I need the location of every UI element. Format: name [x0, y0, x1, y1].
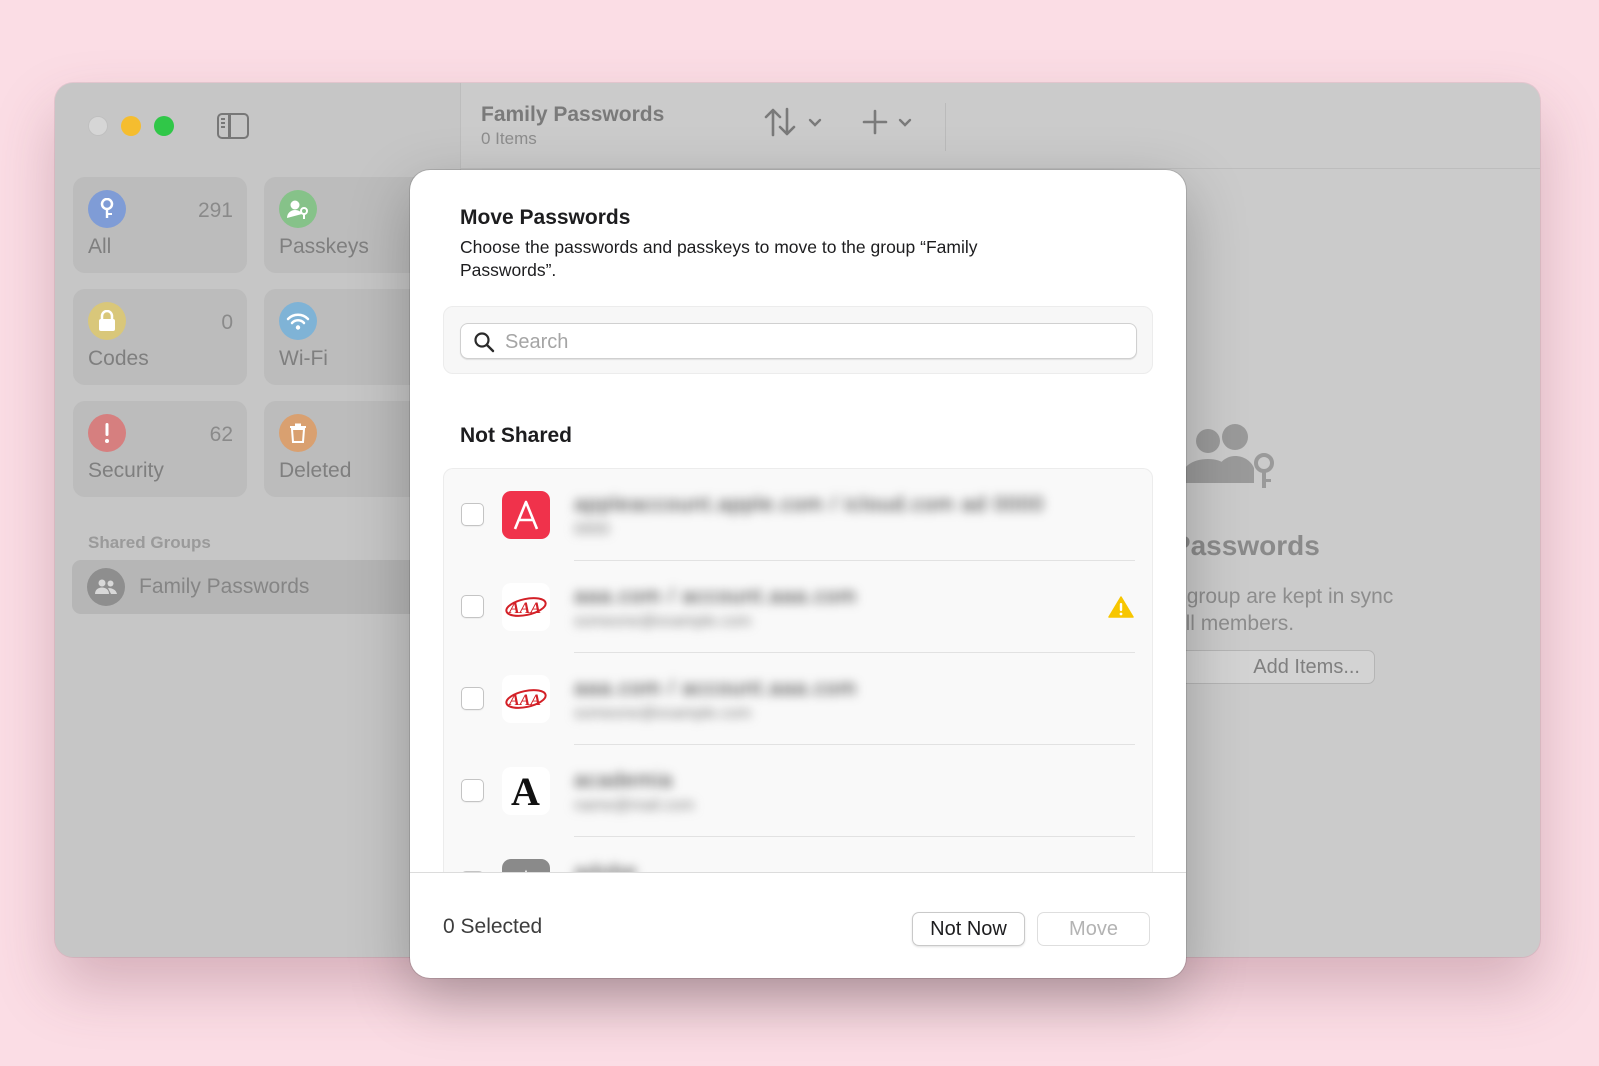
- wifi-icon: [279, 302, 317, 340]
- dialog-title: Move Passwords: [460, 206, 631, 229]
- serif-a-icon: A: [502, 767, 550, 815]
- list-item[interactable]: adobe: [444, 837, 1152, 873]
- list-item[interactable]: A academia name@mail.com: [444, 745, 1152, 837]
- toolbar-separator: [461, 168, 1540, 169]
- sidebar-item-label: Family Passwords: [139, 575, 310, 598]
- footer-divider: [410, 872, 1186, 873]
- tile-count: 291: [197, 199, 233, 222]
- sort-arrows-icon[interactable]: [763, 107, 797, 144]
- tile-count: 0: [221, 311, 233, 334]
- tile-security[interactable]: 62 Security: [73, 401, 247, 497]
- row-subtitle-blurred: name@mail.com: [574, 797, 695, 814]
- row-checkbox[interactable]: [461, 503, 484, 526]
- sidebar-toggle-icon[interactable]: [217, 113, 249, 139]
- lock-icon: [88, 302, 126, 340]
- exclamation-icon: [88, 414, 126, 452]
- tile-label: Codes: [88, 347, 149, 370]
- chevron-down-icon[interactable]: [898, 115, 912, 131]
- row-subtitle-blurred: someone@example.com: [574, 705, 752, 722]
- row-title-blurred: aaa.com / account.aaa.com: [574, 585, 857, 608]
- not-now-button[interactable]: Not Now: [912, 912, 1025, 946]
- tile-all[interactable]: 291 All: [73, 177, 247, 273]
- group-people-icon: [87, 568, 125, 606]
- page-title: Family Passwords: [481, 103, 665, 126]
- svg-text:AAA: AAA: [508, 600, 541, 617]
- tile-label: Security: [88, 459, 164, 482]
- sidebar: 291 All Passkeys 0 Codes 6 Wi-Fi: [55, 83, 461, 957]
- row-title-blurred: aaa.com / account.aaa.com: [574, 677, 857, 700]
- search-field[interactable]: [460, 323, 1137, 359]
- search-icon: [474, 332, 495, 353]
- svg-text:A: A: [511, 771, 540, 811]
- row-checkbox[interactable]: [461, 779, 484, 802]
- tile-label: Passkeys: [279, 235, 369, 258]
- warning-icon[interactable]: [1108, 596, 1134, 618]
- list-item[interactable]: appleaccount.apple.com / icloud.com ad 0…: [444, 469, 1152, 561]
- close-window-button[interactable]: [88, 116, 108, 136]
- tile-codes[interactable]: 0 Codes: [73, 289, 247, 385]
- sidebar-item-family-passwords[interactable]: Family Passwords: [72, 560, 452, 614]
- gray-a-icon: [502, 859, 550, 873]
- tile-label: All: [88, 235, 112, 258]
- app-a-red-icon: [502, 491, 550, 539]
- minimize-window-button[interactable]: [121, 116, 141, 136]
- item-count: 0 Items: [481, 129, 537, 148]
- row-title-blurred: appleaccount.apple.com / icloud.com ad 0…: [574, 493, 1045, 516]
- move-button[interactable]: Move: [1037, 912, 1150, 946]
- trash-icon: [279, 414, 317, 452]
- person-key-icon: [279, 190, 317, 228]
- row-title-blurred: academia: [574, 769, 674, 792]
- list-item[interactable]: AAA aaa.com / account.aaa.com someone@ex…: [444, 653, 1152, 745]
- shared-groups-heading: Shared Groups: [88, 533, 211, 552]
- row-subtitle-blurred: 0000: [574, 521, 610, 538]
- row-checkbox[interactable]: [461, 687, 484, 710]
- selected-count: 0 Selected: [443, 915, 543, 938]
- plus-icon[interactable]: [862, 107, 888, 144]
- password-list: appleaccount.apple.com / icloud.com ad 0…: [443, 468, 1153, 873]
- search-container: [443, 306, 1153, 374]
- svg-text:AAA: AAA: [508, 692, 541, 709]
- tile-label: Wi-Fi: [279, 347, 328, 370]
- aaa-logo-icon: AAA: [502, 675, 550, 723]
- section-header-not-shared: Not Shared: [460, 424, 573, 447]
- move-passwords-dialog: Move Passwords Choose the passwords and …: [410, 170, 1186, 978]
- list-item[interactable]: AAA aaa.com / account.aaa.com someone@ex…: [444, 561, 1152, 653]
- key-icon: [88, 190, 126, 228]
- toolbar-divider: [945, 103, 946, 151]
- zoom-window-button[interactable]: [154, 116, 174, 136]
- row-checkbox[interactable]: [461, 595, 484, 618]
- tile-label: Deleted: [279, 459, 352, 482]
- tile-count: 62: [209, 423, 233, 446]
- aaa-logo-icon: AAA: [502, 583, 550, 631]
- shared-group-key-icon: [1180, 421, 1280, 491]
- chevron-down-icon[interactable]: [808, 115, 822, 131]
- search-input[interactable]: [505, 328, 1125, 356]
- dialog-description: Choose the passwords and passkeys to mov…: [460, 237, 978, 280]
- row-subtitle-blurred: someone@example.com: [574, 613, 752, 630]
